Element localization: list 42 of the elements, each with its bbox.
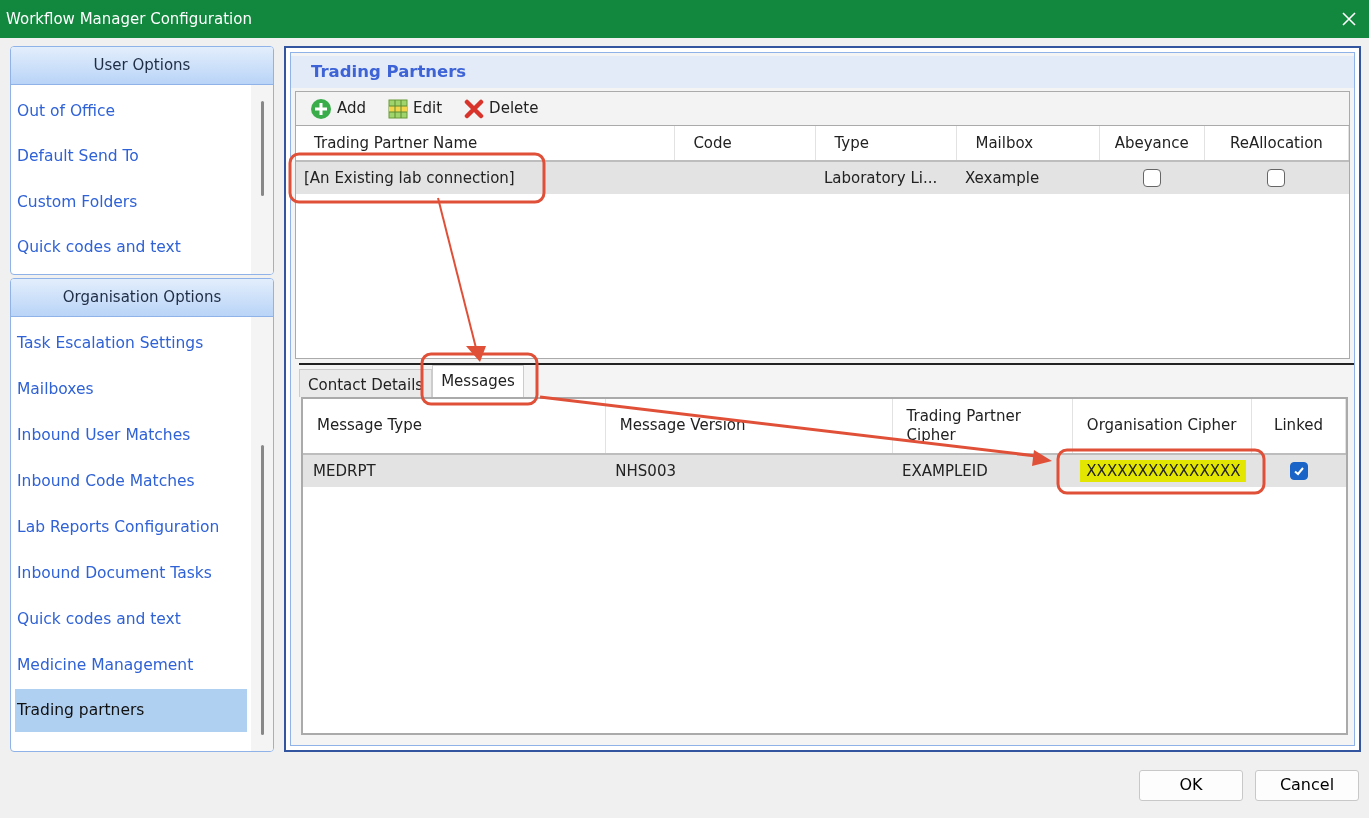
sidebar-item[interactable]: Out of Office	[15, 89, 247, 135]
checkbox[interactable]	[1267, 169, 1286, 188]
table-cell: EXAMPLEID	[902, 461, 988, 480]
window-title: Workflow Manager Configuration	[6, 8, 252, 30]
tab[interactable]: Contact Details	[299, 369, 433, 397]
cross-icon	[464, 98, 485, 119]
edit-button[interactable]: Edit	[388, 97, 443, 120]
sidebar-item[interactable]: Inbound Document Tasks	[15, 551, 247, 597]
ok-button[interactable]: OK	[1139, 769, 1243, 801]
sidebar-item[interactable]: Quick codes and text	[15, 597, 247, 643]
sidebar-item[interactable]: Default Send To	[15, 134, 247, 180]
cancel-button[interactable]: Cancel	[1255, 769, 1359, 801]
table-cell: NHS003	[615, 461, 676, 480]
delete-button[interactable]: Delete	[464, 97, 539, 120]
sidebar-item[interactable]: Medicine Management	[15, 643, 247, 689]
table-cell: [An Existing lab connection]	[304, 168, 515, 187]
scrollbar[interactable]	[251, 317, 273, 751]
checkbox[interactable]	[1142, 169, 1161, 188]
table-cell: MEDRPT	[313, 461, 376, 480]
table-cell: Xexample	[964, 168, 1040, 187]
close-icon	[1341, 11, 1357, 27]
table-row[interactable]: MEDRPT NHS003 EXAMPLEID XXXXXXXXXXXXXXX	[303, 454, 1346, 487]
table-cell: Laboratory Li...	[823, 168, 938, 187]
sidebar-item[interactable]: Custom Folders	[15, 179, 247, 225]
section-header[interactable]: Organisation Options	[11, 279, 273, 317]
sidebar-item[interactable]: Quick codes and text	[15, 224, 247, 270]
sidebar-item[interactable]: Lab Reports Configuration	[15, 505, 247, 551]
sidebar-item[interactable]: Inbound User Matches	[15, 413, 247, 459]
table-icon	[388, 98, 409, 119]
panel-title: Trading Partners	[291, 56, 1354, 88]
plus-icon	[310, 97, 332, 120]
sidebar-item[interactable]: Inbound Code Matches	[15, 459, 247, 505]
table-cell: XXXXXXXXXXXXXXX	[1080, 459, 1247, 482]
scrollbar[interactable]	[251, 85, 273, 274]
sidebar-item[interactable]: Mailboxes	[15, 367, 247, 413]
section-header[interactable]: User Options	[11, 47, 273, 85]
tab[interactable]: Messages	[432, 365, 524, 397]
table-row[interactable]: [An Existing lab connection] Laboratory Li... Xexample	[296, 161, 1349, 194]
sidebar-item[interactable]: Trading partners	[15, 689, 247, 732]
checkbox[interactable]	[1289, 462, 1308, 481]
add-button[interactable]: Add	[310, 97, 367, 120]
sidebar-item[interactable]: Task Escalation Settings	[15, 321, 247, 367]
